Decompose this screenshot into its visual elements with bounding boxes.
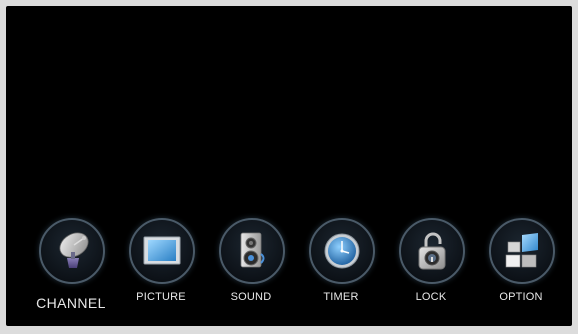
menu-item-option[interactable]: OPTION xyxy=(476,218,566,318)
padlock-icon xyxy=(418,232,446,270)
menu-label-sound: SOUND xyxy=(230,291,272,303)
menu-label-lock: LOCK xyxy=(415,291,447,303)
speaker-icon xyxy=(240,232,265,268)
menu-item-sound[interactable]: SOUND xyxy=(206,218,296,318)
menu-label-option: OPTION xyxy=(499,291,543,303)
menu-label-channel: CHANNEL xyxy=(36,295,106,311)
menu-icon-ring xyxy=(399,218,465,284)
menu-icon-ring xyxy=(129,218,195,284)
option-blocks-icon xyxy=(505,233,538,268)
menu-item-lock[interactable]: LOCK xyxy=(386,218,476,318)
menu-label-timer: TIMER xyxy=(323,291,359,303)
menu-icon-ring xyxy=(39,218,105,284)
tv-screen: CHANNEL PICTURE SOUND TIMER LOCK OPTION xyxy=(6,6,572,326)
menu-icon-ring xyxy=(219,218,285,284)
menu-icon-ring xyxy=(489,218,555,284)
menu-item-channel[interactable]: CHANNEL xyxy=(26,218,116,318)
satellite-dish-icon xyxy=(59,232,89,268)
menu-item-picture[interactable]: PICTURE xyxy=(116,218,206,318)
menu-item-timer[interactable]: TIMER xyxy=(296,218,386,318)
picture-screen-icon xyxy=(143,236,181,265)
clock-icon xyxy=(324,233,360,269)
menu-label-picture: PICTURE xyxy=(136,291,186,303)
main-menu-bar: CHANNEL PICTURE SOUND TIMER LOCK OPTION xyxy=(6,6,572,326)
menu-icon-ring xyxy=(309,218,375,284)
